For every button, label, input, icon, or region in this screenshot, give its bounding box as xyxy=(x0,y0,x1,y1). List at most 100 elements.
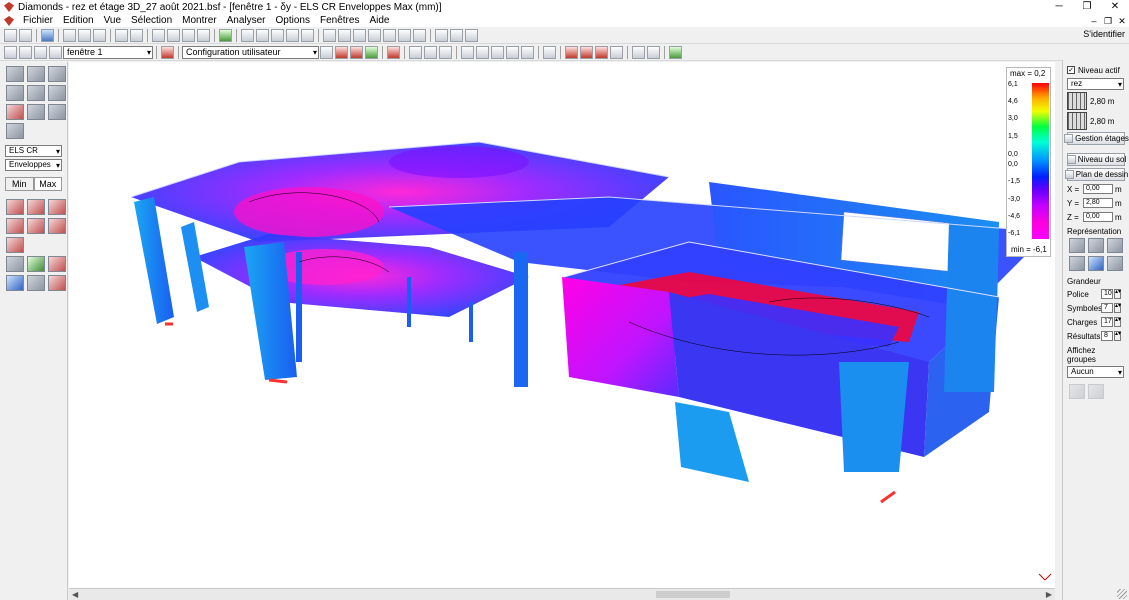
menu-aide[interactable]: Aide xyxy=(364,14,394,28)
list-icon[interactable] xyxy=(256,28,269,42)
calculation-icon[interactable] xyxy=(219,28,232,42)
group-show-icon[interactable] xyxy=(1069,384,1085,399)
sheet-icon[interactable] xyxy=(271,28,284,42)
opening-tool-icon[interactable] xyxy=(48,104,66,120)
window-list-icon[interactable] xyxy=(4,45,17,59)
wall-tool-icon[interactable] xyxy=(48,66,66,82)
report-icon[interactable] xyxy=(286,28,299,42)
results-section-icon[interactable] xyxy=(595,45,608,59)
grid-snap-icon[interactable] xyxy=(167,28,180,42)
menu-options[interactable]: Options xyxy=(271,14,315,28)
view-hidden-icon[interactable] xyxy=(1088,238,1104,253)
minimize-button[interactable]: ─ xyxy=(1045,0,1073,14)
scroll-left-icon[interactable]: ◀ xyxy=(72,589,78,600)
3d-viewport[interactable] xyxy=(69,62,1055,588)
node-tool-icon[interactable] xyxy=(27,104,45,120)
align-icon[interactable] xyxy=(435,28,448,42)
window-tile-icon[interactable] xyxy=(34,45,47,59)
beam-icon[interactable] xyxy=(353,28,366,42)
window-new-icon[interactable] xyxy=(49,45,62,59)
view-shaded-icon[interactable] xyxy=(1107,238,1123,253)
view-render-icon[interactable] xyxy=(1088,256,1104,271)
config-loads-icon[interactable] xyxy=(335,45,348,59)
menu-selection[interactable]: Sélection xyxy=(126,14,177,28)
arrow-icon[interactable] xyxy=(465,28,478,42)
beam-tool-icon[interactable] xyxy=(6,66,24,82)
grid-icon[interactable] xyxy=(152,28,165,42)
load-tool-icon[interactable] xyxy=(6,104,24,120)
manage-floors-button[interactable]: Gestion étages xyxy=(1064,132,1129,145)
groups-select[interactable]: Aucun xyxy=(1067,366,1124,378)
pencil-icon[interactable] xyxy=(543,45,556,59)
sign-in-link[interactable]: S'identifier xyxy=(1083,28,1125,40)
drawing-plane-button[interactable]: Plan de dessin xyxy=(1064,168,1128,181)
load-case-select[interactable]: ELS CR xyxy=(5,145,62,157)
active-level-checkbox[interactable]: ✓ xyxy=(1067,66,1075,74)
clock-icon[interactable] xyxy=(368,28,381,42)
resultats-spinner[interactable]: ▴▾ xyxy=(1114,331,1121,341)
view-solid-icon[interactable] xyxy=(1107,256,1123,271)
grid-points-icon[interactable] xyxy=(197,28,210,42)
pan-hand-icon[interactable] xyxy=(461,45,474,59)
layers-icon[interactable] xyxy=(669,45,682,59)
zoom-out-icon[interactable] xyxy=(491,45,504,59)
group-hide-icon[interactable] xyxy=(1088,384,1104,399)
envelope-select[interactable]: Enveloppes xyxy=(5,159,62,171)
plate-results-icon[interactable] xyxy=(6,275,24,291)
config-save-icon[interactable] xyxy=(365,45,378,59)
horizontal-scrollbar[interactable]: ◀ ▶ xyxy=(69,588,1055,600)
ground-level-button[interactable]: Niveau du sol xyxy=(1066,153,1126,166)
menu-montrer[interactable]: Montrer xyxy=(177,14,221,28)
scroll-thumb[interactable] xyxy=(656,591,730,598)
distribute-icon[interactable] xyxy=(450,28,463,42)
police-spinner[interactable]: ▴▾ xyxy=(1114,289,1121,299)
resultats-input[interactable]: 8 xyxy=(1101,331,1113,341)
open-folder-icon[interactable] xyxy=(19,28,32,42)
new-file-icon[interactable] xyxy=(4,28,17,42)
print-icon[interactable] xyxy=(78,28,91,42)
screenshot-icon[interactable] xyxy=(632,45,645,59)
mesh-icon[interactable] xyxy=(301,28,314,42)
settings-icon[interactable] xyxy=(323,28,336,42)
window-select[interactable]: fenêtre 1 xyxy=(63,45,153,59)
menu-fenetres[interactable]: Fenêtres xyxy=(315,14,364,28)
redo-icon[interactable] xyxy=(130,28,143,42)
clear-results-icon[interactable] xyxy=(48,275,66,291)
support-tool-icon[interactable] xyxy=(6,85,24,101)
restore-button[interactable]: ❐ xyxy=(1073,0,1101,14)
material-icon[interactable] xyxy=(383,28,396,42)
doc-restore-button[interactable]: ❐ xyxy=(1101,16,1115,27)
results-envelope-icon[interactable] xyxy=(580,45,593,59)
print-preview-icon[interactable] xyxy=(63,28,76,42)
image-icon[interactable] xyxy=(647,45,660,59)
zoom-window-icon[interactable] xyxy=(521,45,534,59)
results-table-icon[interactable] xyxy=(610,45,623,59)
z-input[interactable]: 0,00 xyxy=(1083,212,1113,222)
configuration-select[interactable]: Configuration utilisateur xyxy=(182,45,319,59)
y-input[interactable]: 2,80 xyxy=(1083,198,1113,208)
export-icon[interactable] xyxy=(93,28,106,42)
house-icon[interactable] xyxy=(48,256,66,272)
doc-close-button[interactable]: ✕ xyxy=(1115,16,1129,27)
close-button[interactable]: ✕ xyxy=(1101,0,1129,14)
reaction-icon[interactable] xyxy=(27,218,45,234)
menu-fichier[interactable]: Fichier xyxy=(18,14,58,28)
slab-tool-icon[interactable] xyxy=(48,85,66,101)
menu-edition[interactable]: Edition xyxy=(58,14,99,28)
scroll-right-icon[interactable]: ▶ xyxy=(1046,589,1052,600)
menu-analyser[interactable]: Analyser xyxy=(222,14,271,28)
delete-icon[interactable] xyxy=(338,28,351,42)
save-icon[interactable] xyxy=(41,28,54,42)
deformation-icon[interactable] xyxy=(6,199,24,215)
axial-icon[interactable] xyxy=(48,218,66,234)
moment-icon[interactable] xyxy=(27,199,45,215)
symboles-spinner[interactable]: ▴▾ xyxy=(1114,303,1121,313)
active-level-select[interactable]: rez xyxy=(1067,78,1124,90)
label-icon[interactable] xyxy=(161,45,174,59)
undo-icon[interactable] xyxy=(115,28,128,42)
profile-icon[interactable] xyxy=(413,28,426,42)
grid-dots-icon[interactable] xyxy=(182,28,195,42)
rebar-icon[interactable] xyxy=(398,28,411,42)
config-structure-icon[interactable] xyxy=(320,45,333,59)
render-structure-icon[interactable] xyxy=(409,45,422,59)
